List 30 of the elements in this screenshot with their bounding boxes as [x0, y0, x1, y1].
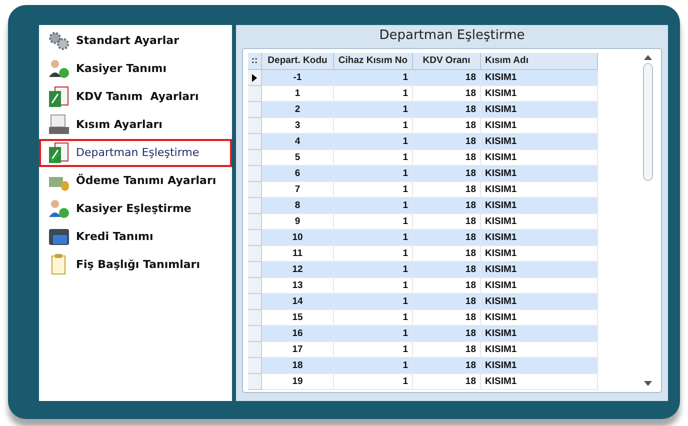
table-cell: 1 [334, 374, 413, 390]
column-header[interactable]: Cihaz Kısım No [334, 53, 413, 70]
sidebar-item[interactable]: Standart Ayarlar [39, 27, 232, 55]
menu-item-icon [47, 85, 71, 109]
current-row-icon [252, 74, 257, 82]
table-cell: 18 [413, 374, 481, 390]
column-header[interactable]: KDV Oranı [413, 53, 481, 70]
column-header[interactable]: Kısım Adı [481, 53, 598, 70]
menu-item-icon [47, 197, 71, 221]
sidebar-item[interactable]: KDV Tanım Ayarları [39, 83, 232, 111]
panel-title: Departman Eşleştirme [378, 27, 526, 45]
sidebar-item[interactable]: Departman Eşleştirme [39, 139, 232, 167]
table-cell: KISIM1 [481, 374, 598, 390]
sidebar-item[interactable]: Kasiyer Eşleştirme [39, 195, 232, 223]
scroll-up-icon[interactable] [644, 55, 652, 60]
sidebar-item[interactable]: Kısım Ayarları [39, 111, 232, 139]
sidebar-item[interactable]: Ödeme Tanımı Ayarları [39, 167, 232, 195]
menu-item-icon [47, 57, 71, 81]
corner-header: :: [248, 53, 262, 70]
sidebar-item[interactable]: Fiş Başlığı Tanımları [39, 251, 232, 279]
table-cell: 19 [262, 374, 334, 390]
menu-item-icon [47, 141, 71, 165]
scroll-down-icon[interactable] [644, 381, 652, 386]
scroll-thumb[interactable] [643, 63, 653, 181]
row-header[interactable] [248, 70, 262, 86]
column-header[interactable]: Depart. Kodu [262, 53, 334, 70]
sidebar-item[interactable]: Kredi Tanımı [39, 223, 232, 251]
menu-item-icon [47, 29, 71, 53]
menu-item-icon [47, 113, 71, 137]
sidebar-item[interactable]: Kasiyer Tanımı [39, 55, 232, 83]
